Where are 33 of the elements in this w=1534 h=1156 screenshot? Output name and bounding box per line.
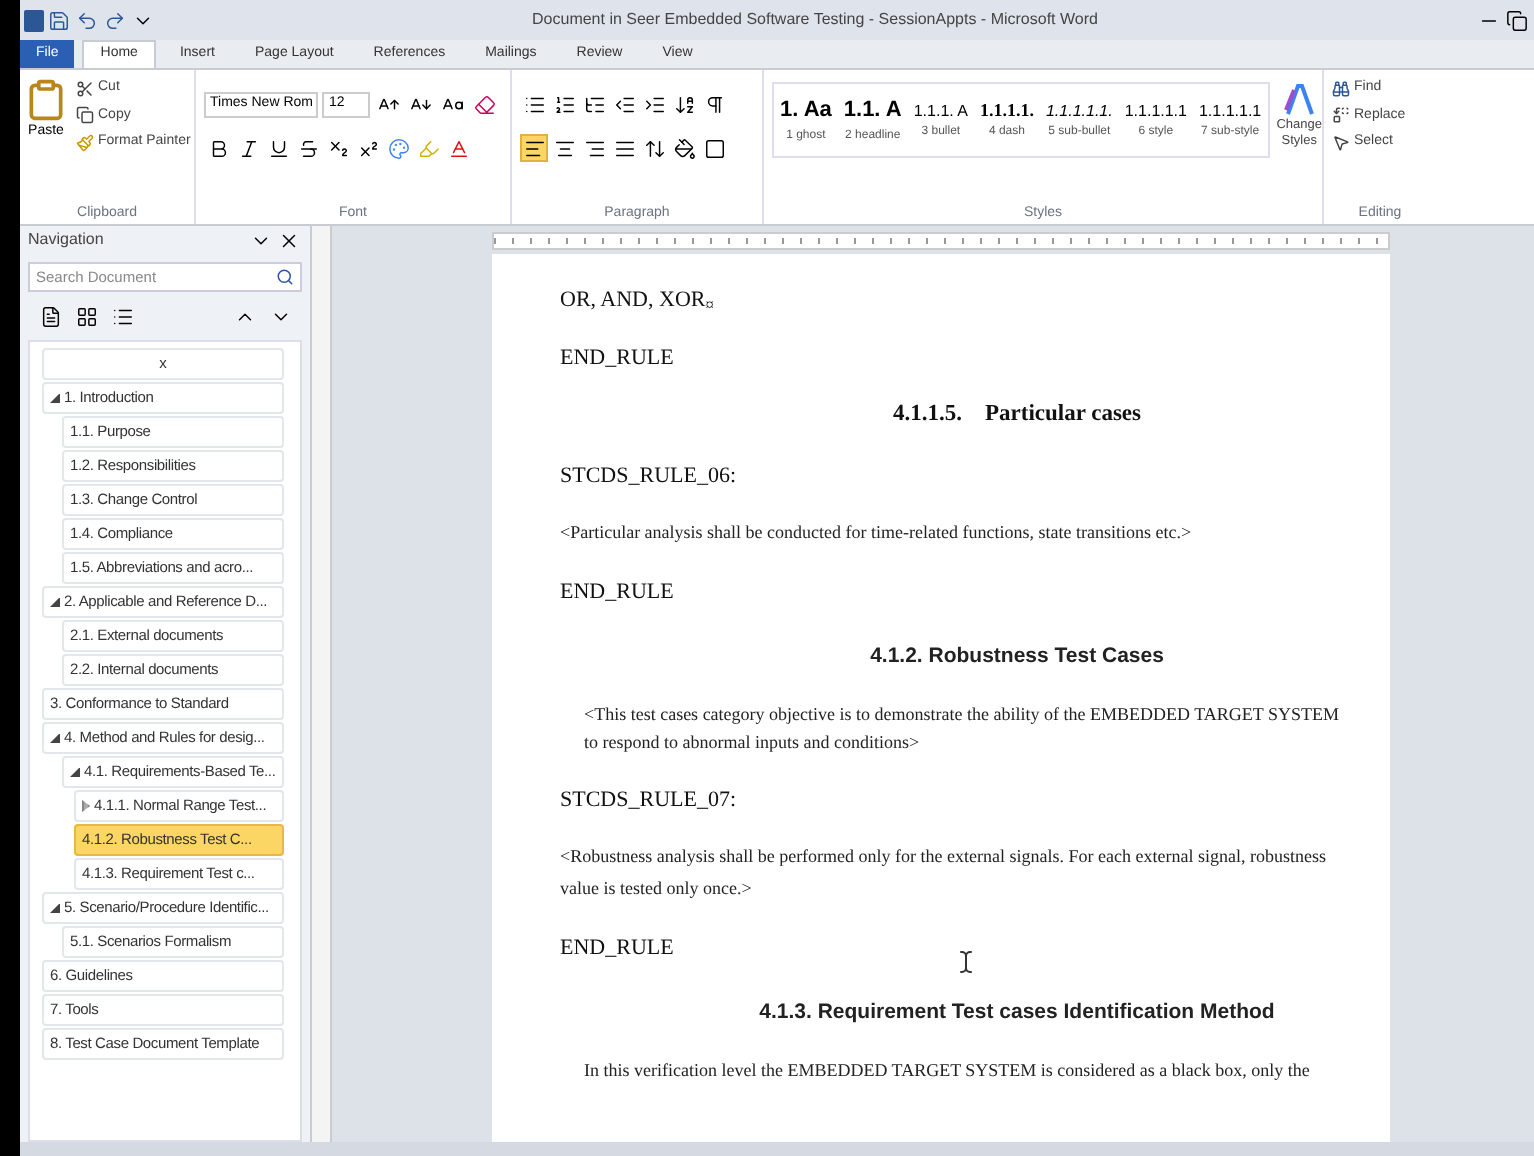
body-text: In this verification level the EMBEDDED TARGET SYSTEM is considered as a black box, only the — [582, 1057, 1312, 1084]
body-text: STCDS_RULE_07: — [560, 786, 737, 814]
save-icon[interactable] — [44, 6, 72, 34]
body-text: OR, AND, XOR$_{¤}$ — [560, 286, 714, 314]
paste-icon[interactable] — [24, 78, 68, 122]
body-text: END_RULE — [560, 344, 674, 372]
copy-icon — [76, 106, 94, 125]
restore-icon[interactable] — [1502, 6, 1530, 34]
text-effects-icon[interactable] — [384, 134, 412, 162]
clear-formatting-icon[interactable] — [470, 90, 499, 118]
pane-title: Navigation — [28, 228, 106, 252]
body-text: STCDS_RULE_06: — [560, 462, 737, 491]
align-left-icon[interactable] — [520, 134, 548, 162]
section-heading: 4.1.3. Requirement Test cases Identification Method — [757, 998, 1277, 1028]
shading-icon[interactable] — [670, 134, 698, 162]
body-text: END_RULE — [560, 934, 674, 962]
pages-view-icon[interactable] — [72, 302, 100, 330]
change-styles-icon — [1283, 82, 1316, 118]
binoculars-icon — [1332, 79, 1350, 98]
replace-icon — [1332, 106, 1350, 125]
app-icon[interactable] — [24, 9, 44, 31]
body-text: <This test cases category objective is to demonstrate the ability of the EMBEDDED TARGET SYSTEM to respond to abnormal inputs and conditions> — [582, 702, 1341, 756]
search-icon[interactable] — [276, 268, 294, 286]
borders-icon[interactable] — [700, 134, 728, 162]
scissors-icon — [76, 79, 94, 98]
paintbrush-icon — [76, 133, 94, 152]
section-heading: 4.1.2. Robustness Test Cases — [868, 642, 1166, 673]
body-text: END_RULE — [560, 578, 674, 607]
window-title: Document in Seer Embedded Software Testing - SessionAppts - Microsoft Word — [530, 8, 1100, 32]
section-heading: 4.1.1.5. Particular cases — [890, 400, 1144, 430]
body-text: <Robustness analysis shall be performed only for the external signals. For each external signal, robustness value is tested only once.> — [560, 844, 1328, 902]
pointer-icon — [1332, 133, 1350, 152]
body-text: <Particular analysis shall be conducted for time-related functions, state transitions etc.> — [560, 520, 1194, 547]
